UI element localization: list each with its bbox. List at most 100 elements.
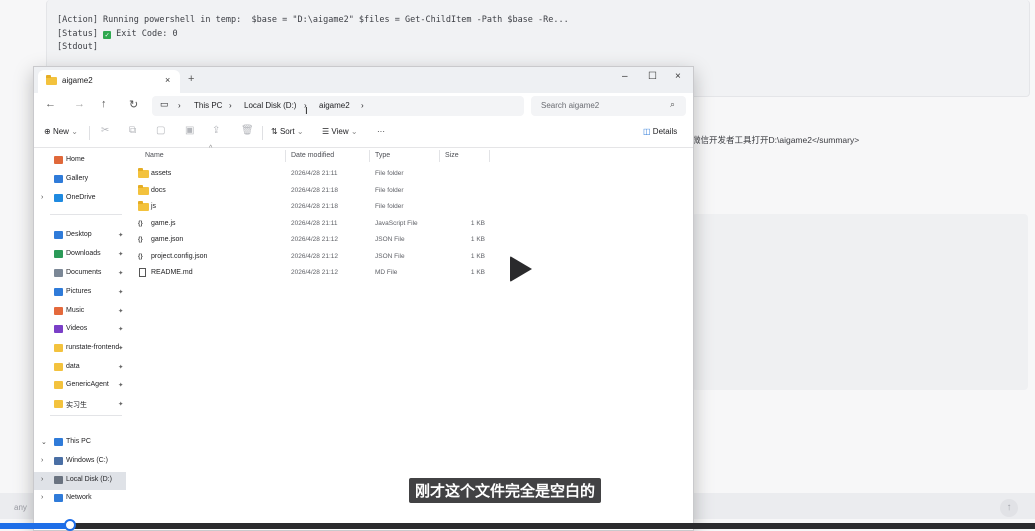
column-divider [369, 150, 370, 162]
sidebar-item-windows-c[interactable]: › Windows (C:) [34, 453, 126, 471]
chevron-icon[interactable]: › [41, 194, 43, 201]
column-name[interactable]: Name [145, 152, 164, 159]
column-size[interactable]: Size [445, 152, 459, 159]
share-icon[interactable]: ⇪ [212, 125, 220, 136]
send-button[interactable]: ↑ [1000, 499, 1018, 517]
view-button[interactable]: ☰ View ⌄ [322, 127, 358, 136]
file-row[interactable]: {} game.json 2026/4/28 21:12 JSON File 1 KB [129, 233, 489, 249]
sidebar-item-home[interactable]: Home [34, 152, 126, 170]
sidebar-item-gallery[interactable]: Gallery [34, 171, 126, 189]
maximize-button[interactable]: ☐ [648, 71, 657, 82]
breadcrumb-local-disk[interactable]: Local Disk (D:) [244, 101, 296, 110]
forward-button[interactable]: → [74, 98, 85, 110]
sidebar-item-[interactable]: 实习生 ✦ [34, 396, 126, 414]
column-date-modified[interactable]: Date modified [291, 152, 334, 159]
breadcrumb-this-pc[interactable]: This PC [194, 101, 222, 110]
sidebar-item-data[interactable]: data ✦ [34, 359, 126, 377]
file-type: File folder [375, 186, 404, 194]
sidebar-item-videos[interactable]: Videos ✦ [34, 321, 126, 339]
sidebar-item-label: runstate-frontend [66, 344, 120, 351]
paste-icon[interactable]: ▢ [156, 125, 165, 136]
file-row[interactable]: docs 2026/4/28 21:18 File folder [129, 184, 489, 200]
file-type: JSON File [375, 252, 405, 260]
content-panel [692, 214, 1028, 390]
tab-close-button[interactable]: × [165, 75, 170, 85]
home-icon [54, 156, 63, 164]
search-input[interactable]: Search aigame2 [541, 101, 599, 110]
back-button[interactable]: ← [45, 98, 56, 110]
sidebar-item-label: This PC [66, 438, 91, 445]
copy-icon[interactable]: ⧉ [129, 125, 136, 136]
rename-icon[interactable]: ▣ [185, 125, 194, 136]
video-progress-track[interactable] [0, 523, 1035, 529]
pin-icon: ✦ [118, 308, 124, 315]
more-options-button[interactable]: ··· [377, 127, 385, 136]
file-row[interactable]: assets 2026/4/28 21:11 File folder [129, 167, 489, 183]
cloud-icon [54, 194, 63, 202]
search-box[interactable]: Search aigame2 ⌕ [531, 96, 686, 116]
chat-input[interactable]: any [14, 503, 27, 512]
close-window-button[interactable]: × [675, 71, 681, 82]
folder-icon [54, 400, 63, 408]
sort-icon: ⇅ [271, 127, 278, 136]
sidebar-item-onedrive[interactable]: › OneDrive [34, 190, 126, 208]
sidebar-item-genericagent[interactable]: GenericAgent ✦ [34, 377, 126, 395]
column-type[interactable]: Type [375, 152, 390, 159]
sidebar-item-music[interactable]: Music ✦ [34, 303, 126, 321]
chevron-icon[interactable]: › [41, 494, 43, 501]
details-button[interactable]: ◫ Details [643, 127, 677, 136]
minimize-button[interactable]: – [622, 71, 628, 82]
folder-icon [138, 201, 149, 211]
sidebar-divider [50, 214, 122, 215]
code-file-icon: {} [138, 253, 143, 260]
file-type: JSON File [375, 236, 405, 243]
sidebar-item-desktop[interactable]: Desktop ✦ [34, 227, 126, 245]
breadcrumb-separator: › [178, 101, 181, 110]
sidebar-item-label: Desktop [66, 231, 92, 238]
sidebar-item-local-disk-d[interactable]: › Local Disk (D:) [34, 472, 126, 490]
sidebar-item-label: Downloads [66, 250, 101, 257]
sidebar-item-label: Documents [66, 269, 102, 276]
address-bar[interactable]: ▭ › This PC › Local Disk (D:) › aigame2 … [152, 96, 524, 116]
chevron-icon[interactable]: › [41, 476, 43, 483]
sidebar-item-pictures[interactable]: Pictures ✦ [34, 284, 126, 302]
sort-button[interactable]: ⇅ Sort ⌄ [271, 127, 304, 136]
file-size: 1 KB [470, 219, 485, 227]
file-date: 2026/4/28 21:12 [291, 236, 338, 243]
sidebar-item-label: Videos [66, 325, 88, 332]
file-size: 1 KB [470, 269, 485, 276]
breadcrumb-aigame2[interactable]: aigame2 [319, 101, 350, 110]
sidebar-item-this-pc[interactable]: ⌄ This PC [34, 434, 126, 452]
file-name: game.json [151, 236, 184, 243]
pin-icon: ✦ [118, 326, 124, 333]
log-action-line: [Action] Running powershell in temp: $ba… [57, 15, 569, 25]
sidebar-item-network[interactable]: › Network [34, 490, 126, 508]
sidebar-item-runstate-frontend[interactable]: runstate-frontend ✦ [34, 340, 126, 358]
video-progress-fill [0, 523, 71, 529]
up-button[interactable]: ↑ [101, 98, 107, 110]
file-row[interactable]: {} project.config.json 2026/4/28 21:12 JSON… [129, 250, 489, 266]
new-tab-button[interactable]: + [188, 73, 194, 85]
video-subtitle: 刚才这个文件完全是空白的 [409, 478, 602, 503]
file-row[interactable]: README.md 2026/4/28 21:12 MD File 1 KB [129, 266, 489, 282]
sidebar-item-documents[interactable]: Documents ✦ [34, 265, 126, 283]
file-size: 1 KB [470, 236, 485, 243]
file-type: MD File [375, 269, 398, 276]
file-row[interactable]: js 2026/4/28 21:18 File folder [129, 200, 489, 216]
play-icon[interactable] [510, 256, 532, 282]
sidebar-item-downloads[interactable]: Downloads ✦ [34, 246, 126, 264]
file-name: docs [151, 186, 166, 194]
pin-icon: ✦ [118, 401, 124, 408]
new-button[interactable]: ⊕ New ⌄ [44, 127, 78, 136]
pin-icon: ✦ [118, 289, 124, 296]
tab-aigame2[interactable]: aigame2 × [38, 70, 180, 93]
file-date: 2026/4/28 21:18 [291, 203, 338, 210]
file-row[interactable]: {} game.js 2026/4/28 21:11 JavaScript File 1… [129, 217, 489, 233]
refresh-button[interactable]: ↻ [129, 98, 138, 111]
drive-icon [54, 457, 63, 465]
chevron-icon[interactable]: ⌄ [41, 438, 47, 446]
cut-icon[interactable]: ✂ [101, 125, 109, 136]
chevron-icon[interactable]: › [41, 457, 43, 464]
delete-icon[interactable]: 🗑 [241, 125, 254, 136]
code-file-icon: {} [138, 237, 143, 243]
